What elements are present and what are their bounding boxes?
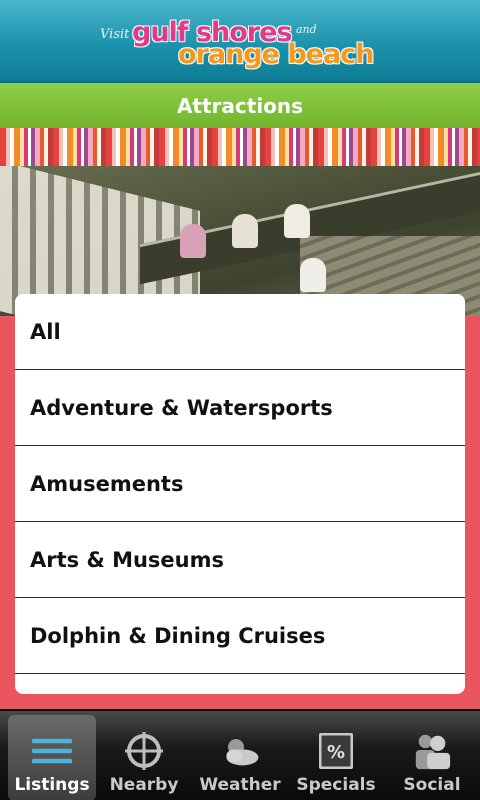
photo-rider [284, 204, 310, 238]
tab-label: Specials [296, 775, 376, 795]
tab-social[interactable]: Social [388, 715, 476, 800]
photo-rider [232, 214, 258, 248]
tab-label: Nearby [109, 775, 179, 795]
percent-tag-icon: % [316, 731, 356, 771]
category-item-adventure-watersports[interactable]: Adventure & Watersports [15, 370, 465, 446]
decorative-stripe-banner [0, 128, 480, 166]
bottom-tab-bar: Listings Nearby Weather % Specials Socia… [0, 709, 480, 800]
category-item-dolphin-dining-cruises[interactable]: Dolphin & Dining Cruises [15, 598, 465, 674]
category-label: Amusements [30, 471, 184, 496]
gulf-shores-orange-beach-logo: Visit gulf shores and orange beach [100, 11, 380, 71]
category-label: Adventure & Watersports [30, 395, 333, 420]
svg-text:%: % [327, 742, 345, 763]
crosshair-icon [124, 731, 164, 771]
photo-rider [300, 258, 326, 292]
tab-nearby[interactable]: Nearby [100, 715, 188, 800]
photo-rider [180, 224, 206, 258]
cloud-sun-icon [220, 731, 260, 771]
category-label: Arts & Museums [30, 547, 225, 572]
tab-label: Social [403, 775, 461, 795]
tab-specials[interactable]: % Specials [292, 715, 380, 800]
list-icon [32, 731, 72, 771]
logo-orange-beach-text: orange beach [178, 38, 374, 70]
app-header: Visit gulf shores and orange beach [0, 0, 480, 83]
tab-label: Listings [14, 775, 90, 795]
category-item-amusements[interactable]: Amusements [15, 446, 465, 522]
category-label: All [30, 319, 61, 344]
tab-weather[interactable]: Weather [196, 715, 284, 800]
tab-label: Weather [199, 775, 281, 795]
logo-visit-text: Visit [100, 26, 130, 42]
category-list: All Adventure & Watersports Amusements A… [15, 294, 465, 694]
category-item-all[interactable]: All [15, 294, 465, 370]
logo-and-text: and [296, 22, 317, 36]
tab-listings[interactable]: Listings [8, 715, 96, 800]
category-item-arts-museums[interactable]: Arts & Museums [15, 522, 465, 598]
page-title: Attractions [0, 83, 480, 128]
people-icon [412, 731, 452, 771]
category-label: Dolphin & Dining Cruises [30, 623, 326, 648]
